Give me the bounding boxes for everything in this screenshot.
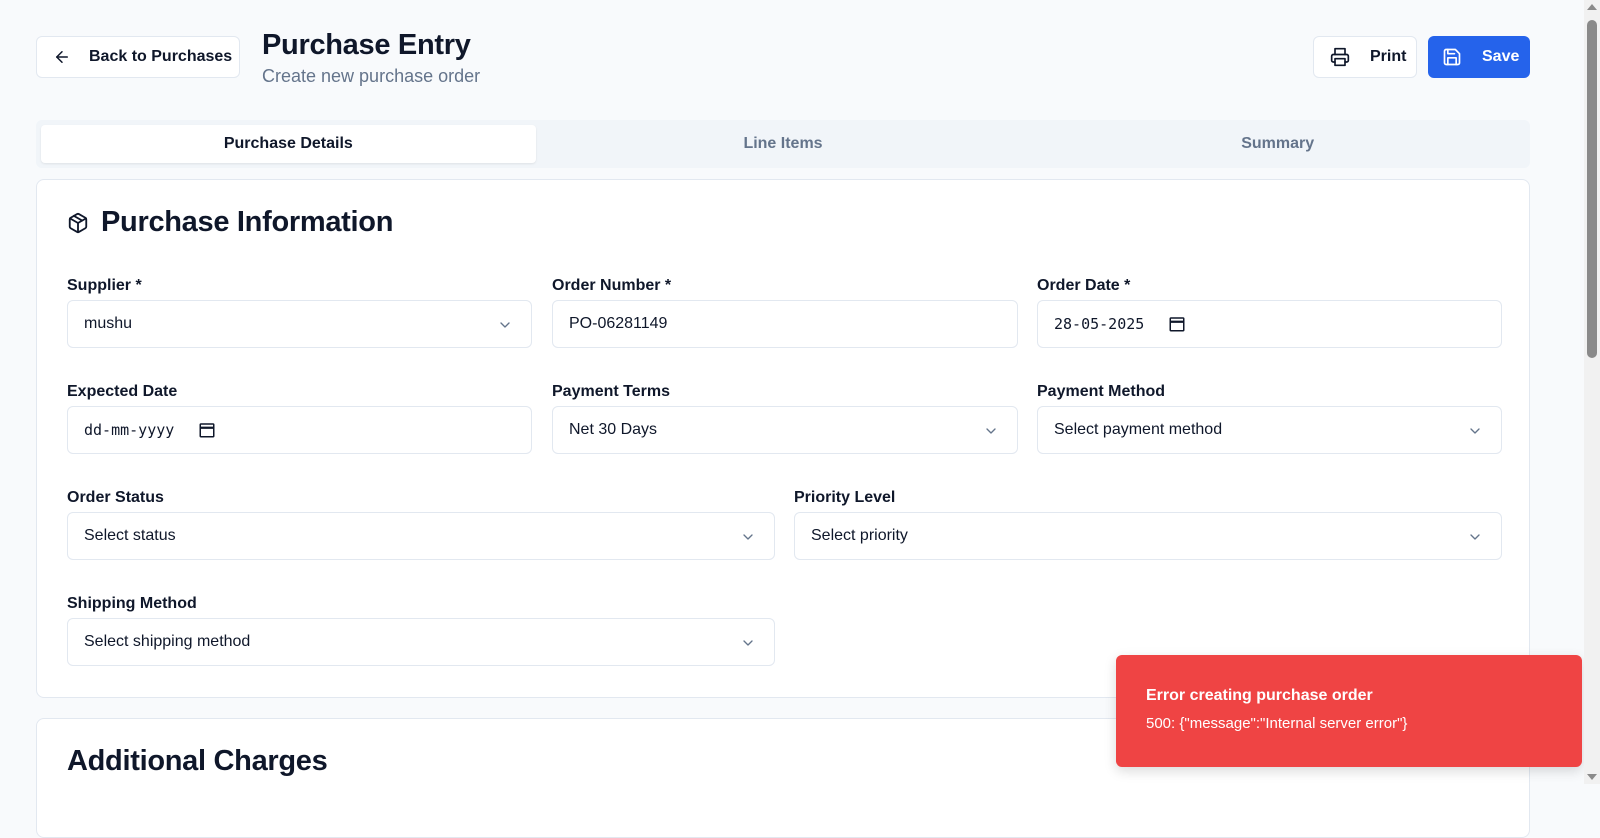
payment-terms-select[interactable]: Net 30 Days [552,406,1018,454]
card-title: Purchase Information [67,206,393,239]
calendar-icon[interactable] [198,421,216,439]
print-button[interactable]: Print [1313,36,1417,78]
order-number-value: PO-06281149 [569,315,668,332]
error-toast[interactable]: Error creating purchase order 500: {"mes… [1116,655,1582,767]
chevron-down-icon [497,317,513,333]
shipping-method-field: Shipping Method Select shipping method [67,594,775,666]
order-date-value: 28-05-2025 [1054,315,1145,333]
priority-level-select[interactable]: Select priority [794,512,1502,560]
chevron-down-icon [1467,529,1483,545]
tab-purchase-details[interactable]: Purchase Details [41,125,536,163]
expected-date-input[interactable]: dd-mm-yyyy [67,406,532,454]
tab-summary[interactable]: Summary [1030,125,1525,163]
order-date-input[interactable]: 28-05-2025 [1037,300,1502,348]
order-number-input[interactable]: PO-06281149 [552,300,1018,348]
payment-method-value: Select payment method [1054,421,1223,438]
shipping-method-label: Shipping Method [67,595,197,612]
package-icon [67,212,89,234]
printer-icon [1330,47,1350,67]
supplier-select[interactable]: mushu [67,300,532,348]
priority-level-value: Select priority [811,527,908,544]
toast-message: 500: {"message":"Internal server error"} [1146,715,1408,732]
order-date-field: Order Date * 28-05-2025 [1037,276,1502,348]
order-status-field: Order Status Select status [67,488,775,560]
order-status-value: Select status [84,527,176,544]
expected-date-label: Expected Date [67,383,178,400]
order-status-select[interactable]: Select status [67,512,775,560]
shipping-method-value: Select shipping method [84,633,251,650]
chevron-down-icon [983,423,999,439]
payment-method-label: Payment Method [1037,383,1166,400]
page-title: Purchase Entry [262,29,471,61]
supplier-value: mushu [84,315,133,332]
title-block: Purchase Entry Create new purchase order [262,26,480,87]
back-button-label: Back to Purchases [89,48,233,65]
order-date-label: Order Date * [1037,277,1131,294]
save-button[interactable]: Save [1428,36,1530,78]
arrow-left-icon [53,48,71,66]
order-number-field: Order Number * PO-06281149 [552,276,1018,348]
shipping-method-select[interactable]: Select shipping method [67,618,775,666]
purchase-information-card: Purchase Information Supplier * mushu Or… [36,179,1530,698]
chevron-down-icon [740,635,756,651]
chevron-down-icon [740,529,756,545]
print-button-label: Print [1370,48,1407,65]
order-number-label: Order Number * [552,277,672,294]
save-icon [1442,47,1462,67]
page-subtitle: Create new purchase order [262,66,481,86]
page-scrollbar[interactable] [1584,0,1600,784]
order-status-label: Order Status [67,489,164,506]
scroll-down-arrow-icon[interactable] [1587,774,1597,780]
payment-terms-field: Payment Terms Net 30 Days [552,382,1018,454]
payment-terms-label: Payment Terms [552,383,670,400]
tab-line-items[interactable]: Line Items [536,125,1031,163]
chevron-down-icon [1467,423,1483,439]
scroll-up-arrow-icon[interactable] [1587,4,1597,10]
scrollbar-thumb[interactable] [1587,20,1597,358]
priority-level-label: Priority Level [794,489,896,506]
supplier-field: Supplier * mushu [67,276,532,348]
expected-date-placeholder: dd-mm-yyyy [84,421,175,439]
toast-title: Error creating purchase order [1146,687,1373,704]
payment-method-select[interactable]: Select payment method [1037,406,1502,454]
save-button-label: Save [1482,48,1520,65]
calendar-icon[interactable] [1168,315,1186,333]
card-title-text: Purchase Information [101,206,394,238]
expected-date-field: Expected Date dd-mm-yyyy [67,382,532,454]
supplier-label: Supplier * [67,277,142,294]
payment-terms-value: Net 30 Days [569,421,658,438]
tab-list: Purchase Details Line Items Summary [36,120,1530,168]
back-to-purchases-button[interactable]: Back to Purchases [36,36,240,78]
payment-method-field: Payment Method Select payment method [1037,382,1502,454]
priority-level-field: Priority Level Select priority [794,488,1502,560]
additional-charges-title: Additional Charges [67,745,328,777]
